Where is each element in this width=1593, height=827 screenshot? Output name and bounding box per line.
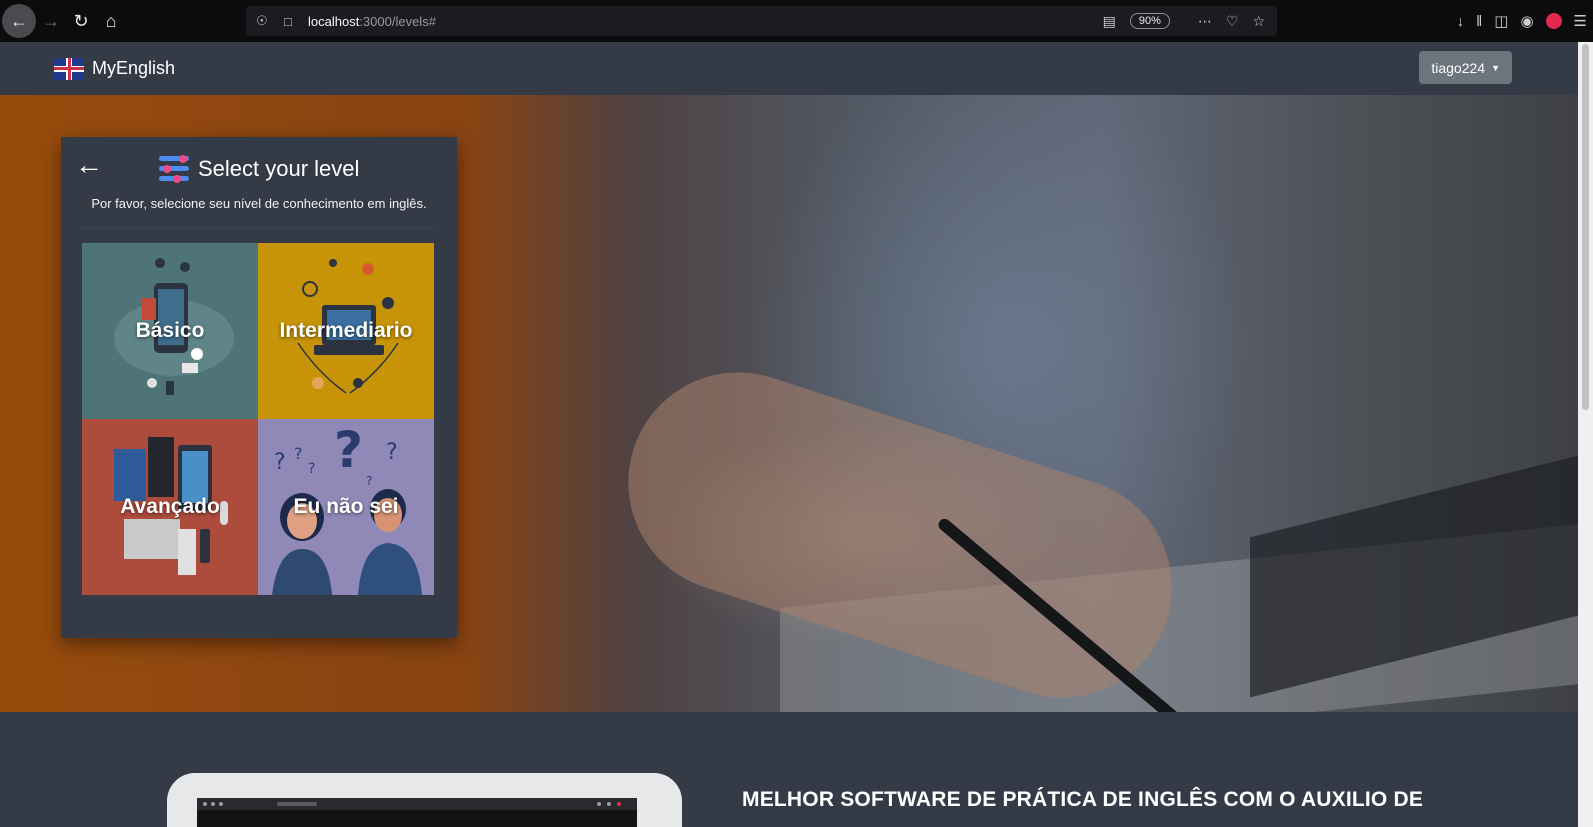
browser-home-button[interactable]: ⌂ (96, 6, 126, 36)
url-path: :3000/levels# (359, 13, 436, 29)
svg-text:?: ? (334, 421, 363, 479)
library-icon[interactable]: ‖ (1476, 13, 1482, 30)
caret-down-icon: ▼ (1491, 62, 1500, 73)
level-tile-avancado[interactable]: Avançado (82, 419, 258, 595)
level-tile-intermediario[interactable]: Intermediario (258, 243, 434, 419)
user-dropdown-button[interactable]: tiago224 ▼ (1419, 51, 1512, 84)
level-label-nao-sei: Eu não sei (293, 495, 399, 518)
hamburger-menu-icon[interactable]: ☰ (1574, 12, 1587, 30)
account-icon[interactable]: ◉ (1520, 12, 1533, 30)
sidebar-icon[interactable]: ◫ (1494, 12, 1508, 30)
back-arrow-icon[interactable]: ← (75, 151, 103, 179)
device-mockup-image (167, 773, 682, 827)
arrow-left-icon: ← (10, 10, 28, 31)
level-select-card: ← Select your level Por favor, selecione… (61, 137, 457, 638)
download-icon[interactable]: ↓ (1457, 13, 1465, 30)
pocket-icon[interactable]: ♡ (1226, 13, 1239, 30)
sliders-icon (159, 154, 189, 183)
username: tiago224 (1431, 59, 1486, 76)
more-icon[interactable]: ⋯ (1198, 13, 1212, 30)
level-label-basico: Básico (135, 319, 205, 342)
svg-text:?: ? (386, 440, 398, 465)
page-scrollbar-thumb[interactable] (1582, 44, 1589, 410)
card-divider (81, 227, 437, 228)
features-section: MELHOR SOFTWARE DE PRÁTICA DE INGLÊS COM… (0, 712, 1578, 827)
app-navbar: MyEnglish tiago224 ▼ (0, 42, 1578, 95)
reader-view-icon[interactable]: ▤ (1103, 13, 1116, 30)
arrow-right-icon: → (42, 10, 60, 31)
level-label-intermediario: Intermediario (279, 319, 413, 342)
url-text[interactable]: localhost:3000/levels# (308, 14, 436, 29)
url-bar[interactable]: ☉ □ localhost:3000/levels# ▤ 90% ⋯ ♡ ☆ (246, 6, 1277, 36)
svg-text:?: ? (274, 450, 286, 475)
browser-forward-button[interactable]: → (36, 6, 66, 36)
browser-back-button[interactable]: ← (2, 4, 36, 38)
extension-icon[interactable] (1545, 13, 1562, 29)
reload-icon: ↻ (73, 10, 89, 31)
bookmark-star-icon[interactable]: ☆ (1252, 13, 1265, 30)
home-icon: ⌂ (105, 10, 117, 31)
zoom-indicator[interactable]: 90% (1129, 13, 1170, 29)
page-icon: □ (284, 13, 292, 29)
level-label-avancado: Avançado (120, 495, 220, 518)
card-header: Select your level (159, 154, 360, 183)
level-tile-basico[interactable]: Básico (82, 243, 258, 419)
svg-text:?: ? (308, 461, 315, 477)
svg-text:?: ? (294, 444, 303, 463)
brand-name[interactable]: MyEnglish (92, 58, 175, 79)
section-headline: MELHOR SOFTWARE DE PRÁTICA DE INGLÊS COM… (742, 788, 1424, 811)
browser-reload-button[interactable]: ↻ (66, 6, 96, 36)
card-subtitle: Por favor, selecione seu nível de conhec… (91, 196, 427, 211)
shield-icon[interactable]: ☉ (256, 13, 272, 29)
card-title: Select your level (198, 156, 360, 181)
level-tile-nao-sei[interactable]: ? ? ? ? ? ? Eu não sei (258, 419, 434, 595)
url-host: localhost (308, 13, 360, 29)
level-grid: Básico Intermediario Avançado ? ? ? ? ? … (82, 243, 434, 595)
uk-flag-icon[interactable] (54, 57, 84, 80)
svg-text:?: ? (366, 474, 372, 488)
browser-toolbar: ← → ↻ ⌂ ☉ □ localhost:3000/levels# ▤ 90%… (0, 0, 1593, 42)
